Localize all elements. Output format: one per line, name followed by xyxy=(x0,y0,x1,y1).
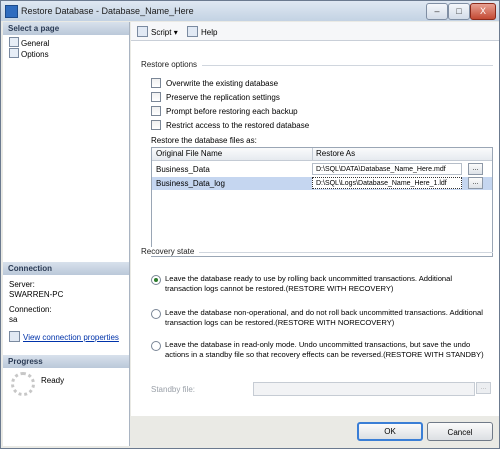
prompt-before-restore-checkbox[interactable]: Prompt before restoring each backup xyxy=(151,106,298,116)
view-connection-properties-link[interactable]: View connection properties xyxy=(23,333,119,342)
column-divider[interactable] xyxy=(312,148,313,160)
ok-button[interactable]: OK xyxy=(357,422,423,441)
select-page-header: Select a page xyxy=(3,22,129,35)
close-button[interactable]: X xyxy=(470,3,496,20)
window-title: Restore Database - Database_Name_Here xyxy=(21,6,194,16)
col-restore-as[interactable]: Restore As xyxy=(316,149,355,158)
checkbox-box[interactable] xyxy=(151,106,161,116)
connection-value: sa xyxy=(9,315,18,324)
standby-file-label: Standby file: xyxy=(151,385,196,394)
server-label: Server: xyxy=(9,280,35,289)
page-icon xyxy=(9,37,19,47)
checkbox-box[interactable] xyxy=(151,92,161,102)
prompt-before-restore-label: Prompt before restoring each backup xyxy=(166,107,298,116)
browse-button[interactable]: ... xyxy=(468,177,483,189)
grid-header: Original File Name Restore As xyxy=(152,148,492,161)
restore-files-label: Restore the database files as: xyxy=(151,136,257,145)
recovery-option-recovery[interactable]: Leave the database ready to use by rolli… xyxy=(151,274,491,296)
table-row[interactable]: Business_Data_log D:\SQL\Logs\Database_N… xyxy=(152,177,492,190)
script-label: Script xyxy=(151,28,172,37)
script-button[interactable]: Script ▾ xyxy=(137,26,178,37)
sidebar: Select a page General Options Connection… xyxy=(3,22,130,446)
original-file-name: Business_Data_log xyxy=(156,179,225,188)
recovery-option-norecovery[interactable]: Leave the database non-operational, and … xyxy=(151,308,491,330)
overwrite-label: Overwrite the existing database xyxy=(166,79,279,88)
restrict-access-checkbox[interactable]: Restrict access to the restored database xyxy=(151,120,309,130)
connection-label: Connection: xyxy=(9,305,52,314)
browse-button[interactable]: ... xyxy=(468,163,483,175)
restrict-access-label: Restrict access to the restored database xyxy=(166,121,310,130)
view-connection-properties[interactable]: View connection properties xyxy=(9,331,119,342)
server-value: SWARREN-PC xyxy=(9,290,64,299)
recovery-option-text: Leave the database in read-only mode. Un… xyxy=(165,340,484,359)
app-icon xyxy=(5,5,18,18)
minimize-button[interactable]: – xyxy=(426,3,448,20)
help-icon xyxy=(187,26,198,37)
title-bar: Restore Database - Database_Name_Here – … xyxy=(1,1,499,21)
progress-spinner-icon xyxy=(11,372,35,396)
restore-database-dialog: Restore Database - Database_Name_Here – … xyxy=(0,0,500,449)
cancel-button[interactable]: Cancel xyxy=(427,422,493,441)
script-icon xyxy=(137,26,148,37)
table-row[interactable]: Business_Data D:\SQL\DATA\Database_Name_… xyxy=(152,163,492,176)
radio-button[interactable] xyxy=(151,309,161,319)
original-file-name: Business_Data xyxy=(156,165,210,174)
help-button[interactable]: Help xyxy=(187,26,217,37)
options-page: Script ▾ Help Restore options Overwrite … xyxy=(131,22,499,416)
dropdown-arrow-icon[interactable]: ▾ xyxy=(174,28,178,37)
properties-icon xyxy=(9,331,20,342)
preserve-replication-checkbox[interactable]: Preserve the replication settings xyxy=(151,92,280,102)
page-general[interactable]: General xyxy=(9,37,49,48)
maximize-button[interactable]: □ xyxy=(448,3,470,20)
standby-file-input[interactable] xyxy=(253,382,475,396)
recovery-option-standby[interactable]: Leave the database in read-only mode. Un… xyxy=(151,340,491,372)
checkbox-box[interactable] xyxy=(151,78,161,88)
recovery-option-text: Leave the database ready to use by rolli… xyxy=(165,274,453,293)
restore-options-title: Restore options xyxy=(141,60,203,69)
page-options[interactable]: Options xyxy=(9,48,49,59)
progress-header: Progress xyxy=(3,355,129,368)
standby-browse-button[interactable]: ... xyxy=(476,382,491,394)
radio-button[interactable] xyxy=(151,341,161,351)
restore-as-field[interactable]: D:\SQL\DATA\Database_Name_Here.mdf xyxy=(312,163,462,175)
page-general-label: General xyxy=(21,39,50,48)
help-label: Help xyxy=(201,28,218,37)
overwrite-checkbox[interactable]: Overwrite the existing database xyxy=(151,78,278,88)
toolbar: Script ▾ Help xyxy=(131,22,499,41)
recovery-option-text: Leave the database non-operational, and … xyxy=(165,308,483,327)
page-icon xyxy=(9,48,19,58)
preserve-replication-label: Preserve the replication settings xyxy=(166,93,280,102)
checkbox-box[interactable] xyxy=(151,120,161,130)
progress-status: Ready xyxy=(41,376,65,385)
restore-files-grid[interactable]: Original File Name Restore As Business_D… xyxy=(151,147,493,257)
recovery-state-title: Recovery state xyxy=(141,247,200,256)
page-options-label: Options xyxy=(21,50,49,59)
restore-as-field[interactable]: D:\SQL\Logs\Database_Name_Here_1.ldf xyxy=(312,177,462,189)
connection-header: Connection xyxy=(3,262,129,275)
dialog-footer: OK Cancel xyxy=(131,416,499,448)
col-original-file-name[interactable]: Original File Name xyxy=(156,149,222,158)
radio-button[interactable] xyxy=(151,275,161,285)
